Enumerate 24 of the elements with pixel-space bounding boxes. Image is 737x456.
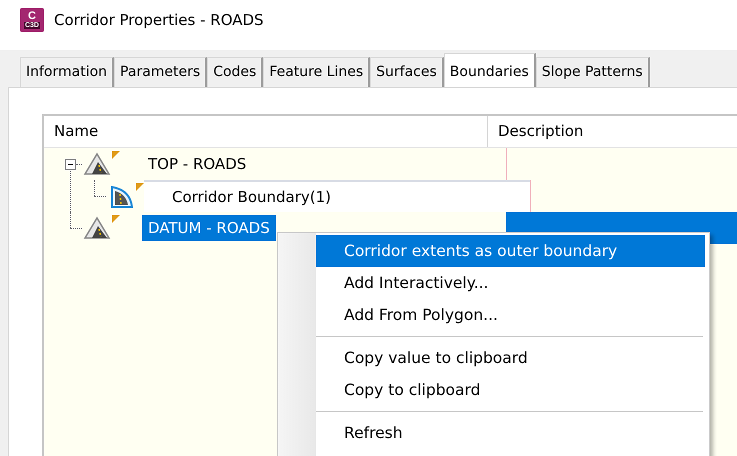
road-icon — [82, 214, 112, 242]
menu-item[interactable]: Corridor extents as outer boundary — [316, 235, 705, 267]
menu-item[interactable]: Add Interactively... — [316, 267, 705, 299]
tree-item[interactable]: TOP - ROADS — [142, 151, 252, 177]
menu-item[interactable]: Add From Polygon... — [316, 299, 705, 331]
tree-item[interactable]: DATUM - ROADS — [142, 215, 276, 241]
tab[interactable]: Codes — [207, 57, 264, 87]
corner-marker-icon — [112, 151, 120, 159]
tab[interactable]: Parameters — [114, 57, 208, 87]
road-icon — [82, 150, 112, 178]
tab[interactable]: Feature Lines — [263, 57, 370, 87]
menu-item[interactable]: Copy to clipboard — [316, 374, 705, 406]
tab[interactable]: Information — [20, 57, 114, 87]
column-header[interactable]: Name — [44, 116, 488, 147]
column-header[interactable]: Description — [488, 116, 594, 147]
menu-item[interactable]: Copy value to clipboard — [316, 342, 705, 374]
tab[interactable]: Slope Patterns — [536, 57, 650, 87]
tab[interactable]: Boundaries — [444, 53, 536, 87]
collapse-toggle[interactable] — [65, 158, 76, 170]
tab[interactable]: Surfaces — [370, 57, 444, 87]
window-title: Corridor Properties - ROADS — [54, 11, 264, 29]
menu-item[interactable]: Refresh — [316, 417, 705, 449]
corner-marker-icon — [136, 183, 144, 191]
corner-marker-icon — [112, 215, 120, 223]
